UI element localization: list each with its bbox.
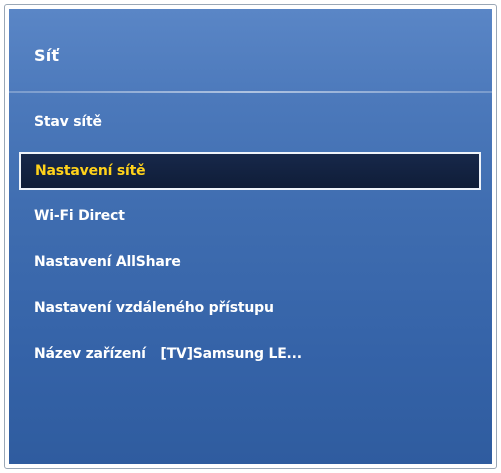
device-name-value: [TV]Samsung LE... [160, 346, 302, 362]
menu-item-label: Nastavení vzdáleného přístupu [34, 300, 274, 316]
network-menu-panel: Síť Stav sítě Nastavení sítě Wi-Fi Direc… [9, 9, 492, 464]
menu-item-label: Nastavení sítě [35, 163, 146, 179]
menu-item-network-settings[interactable]: Nastavení sítě [19, 152, 481, 190]
menu-item-remote-access-settings[interactable]: Nastavení vzdáleného přístupu [34, 298, 274, 318]
menu-item-network-status[interactable]: Stav sítě [34, 112, 102, 132]
menu-item-label: Wi-Fi Direct [34, 208, 125, 224]
menu-title: Síť [34, 46, 60, 65]
menu-item-wifi-direct[interactable]: Wi-Fi Direct [34, 206, 125, 226]
menu-item-label: Nastavení AllShare [34, 254, 181, 270]
menu-item-label: Název zařízení [34, 346, 146, 362]
title-divider [9, 91, 492, 93]
menu-item-allshare-settings[interactable]: Nastavení AllShare [34, 252, 181, 272]
menu-item-device-name[interactable]: Název zařízení [TV]Samsung LE... [34, 344, 302, 364]
menu-item-label: Stav sítě [34, 114, 102, 130]
